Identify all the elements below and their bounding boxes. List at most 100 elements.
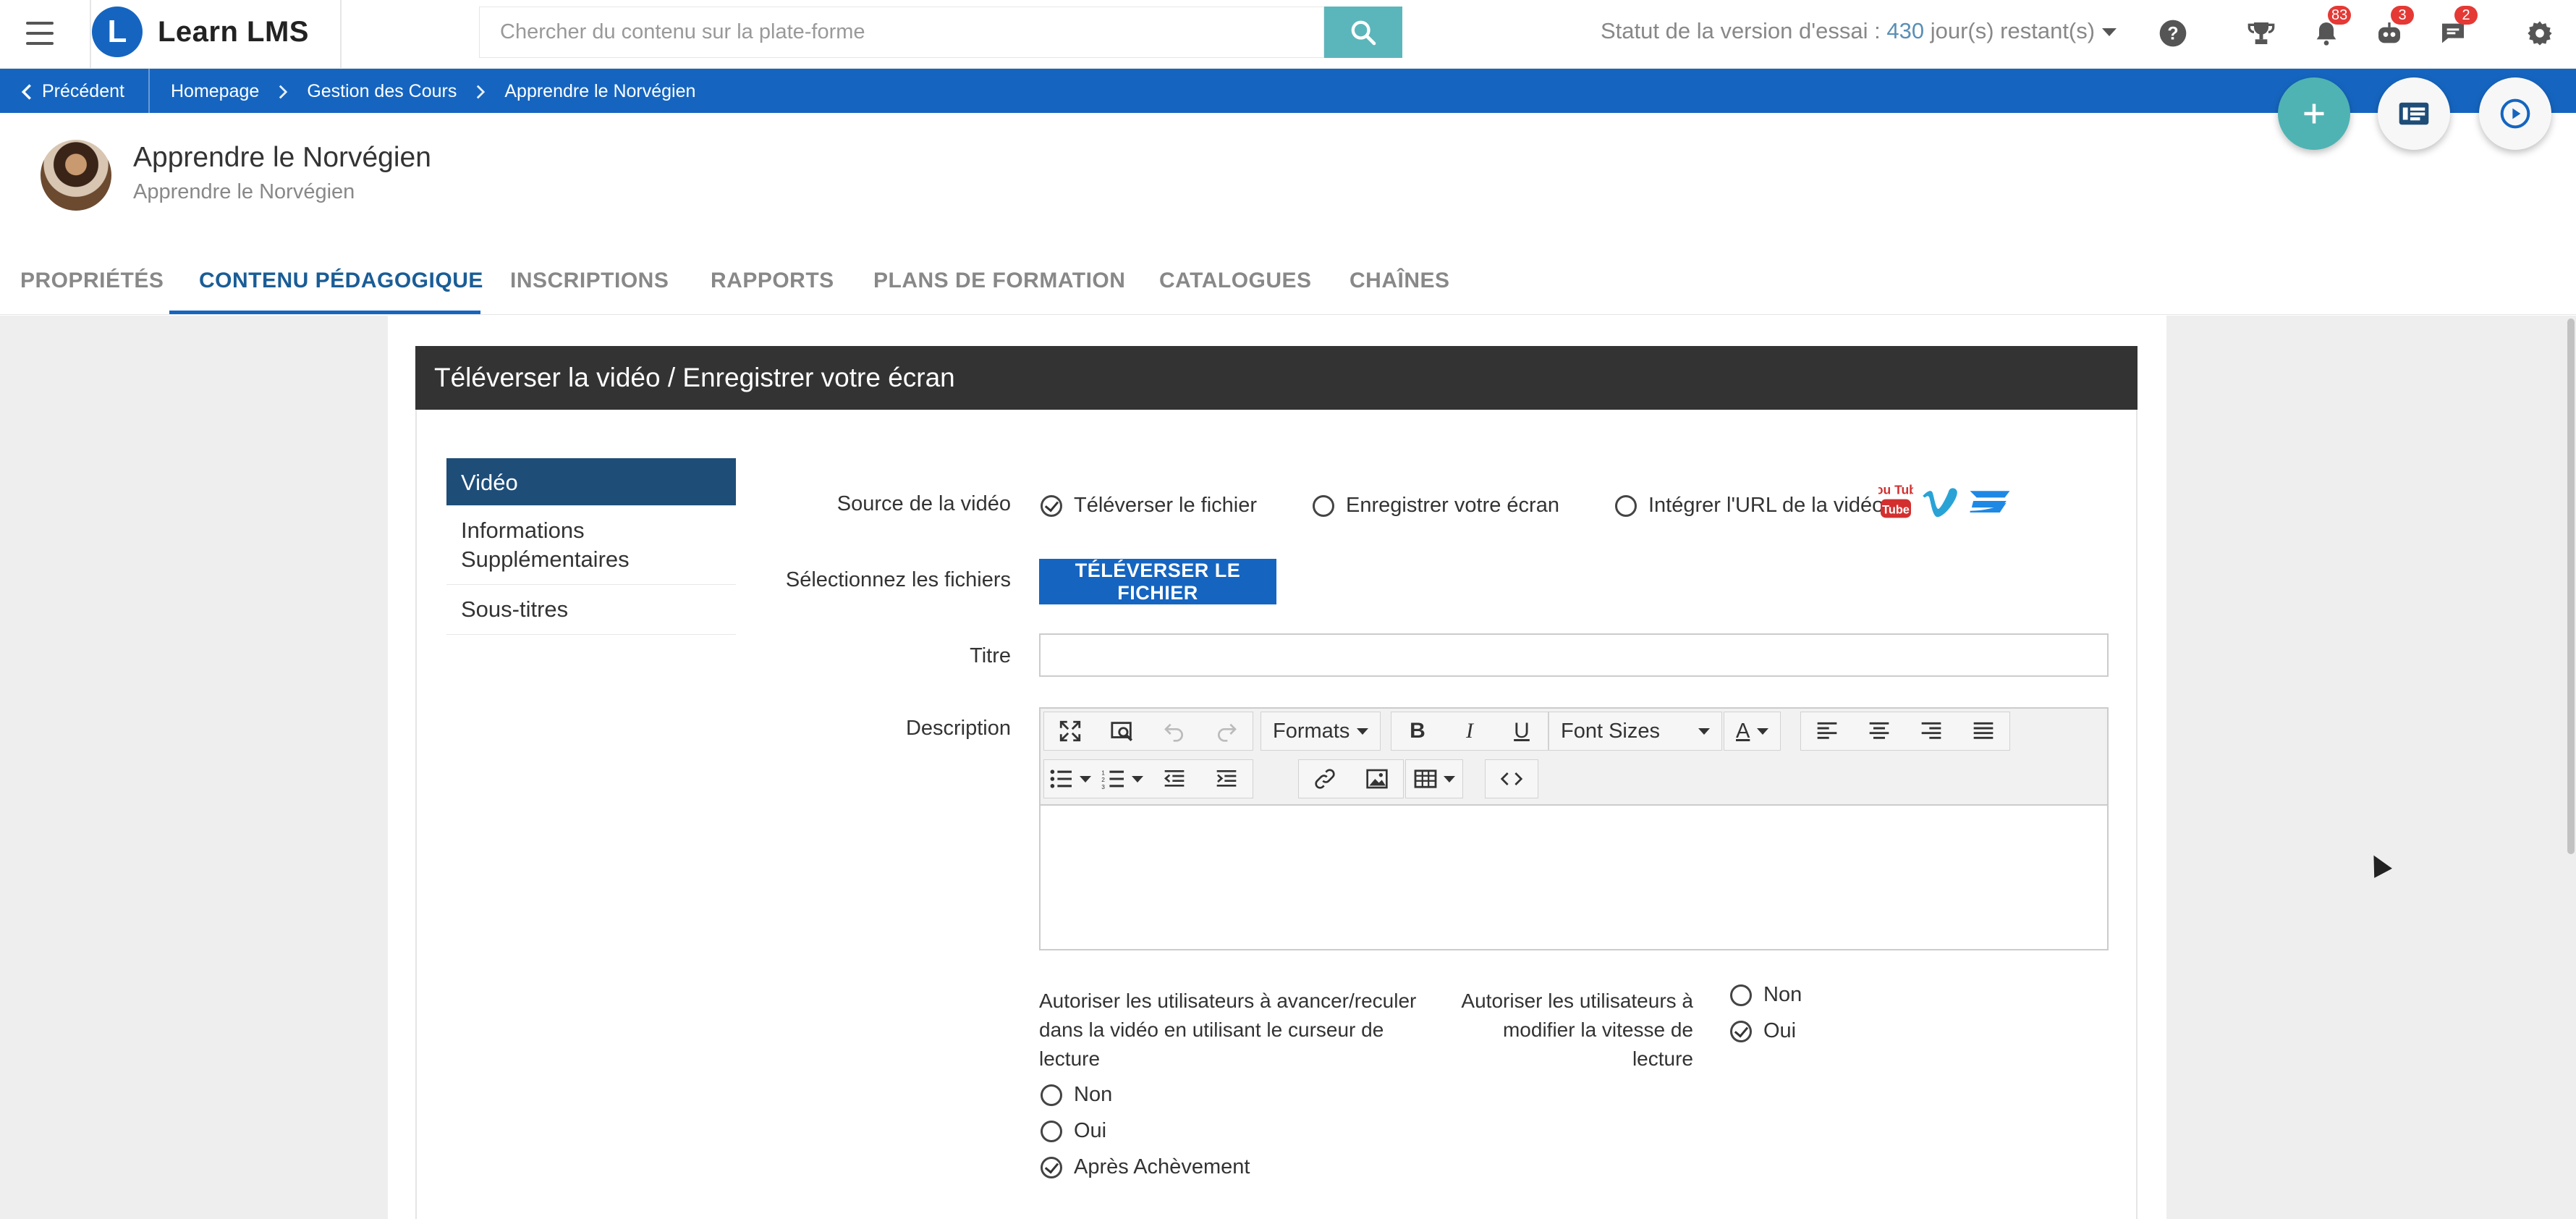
select-files-label: Sélectionnez les fichiers [785,568,1011,591]
tab-catalogs[interactable]: CATALOGUES [1159,269,1312,293]
speed-option-yes-label: Oui [1763,1019,1797,1042]
source-code-button[interactable] [1485,759,1538,798]
indent-icon[interactable] [1200,760,1253,798]
tab-enrollments[interactable]: INSCRIPTIONS [510,269,669,293]
app-name[interactable]: Learn LMS [158,16,309,48]
seek-option-after-completion[interactable]: Après Achèvement [1041,1155,1250,1179]
breadcrumb-item-homepage[interactable]: Homepage [171,81,259,102]
side-menu-item-subtitles[interactable]: Sous-titres [446,585,736,635]
table-dropdown[interactable] [1405,759,1463,798]
youtube-icon: You Tube Tube [1878,483,1913,518]
svg-text:?: ? [2167,23,2178,43]
seek-option-no[interactable]: Non [1041,1083,1112,1107]
underline-icon[interactable]: U [1496,712,1548,750]
gear-icon[interactable] [2525,19,2554,48]
toolbar-group-view [1043,712,1253,751]
trial-status[interactable]: Statut de la version d'essai : 430 jour(… [1601,18,2117,44]
align-center-icon[interactable] [1853,712,1905,750]
trial-suffix: jour(s) restant(s) [1924,18,2096,43]
link-icon[interactable] [1299,760,1351,798]
formats-dropdown[interactable]: Formats [1261,712,1381,751]
bullet-list-icon[interactable] [1044,760,1096,798]
title-label: Titre [970,644,1011,667]
toolbar-group-align [1800,712,2010,751]
source-option-upload[interactable]: Téléverser le fichier [1041,494,1257,518]
undo-icon[interactable] [1148,712,1200,750]
tab-learning-plans[interactable]: PLANS DE FORMATION [873,269,1125,293]
trial-label: Statut de la version d'essai : [1601,18,1887,43]
source-option-record-label: Enregistrer votre écran [1346,494,1559,517]
code-icon[interactable] [1486,760,1538,798]
plus-icon [2304,104,2324,124]
notification-count-badge: 83 [2328,6,2352,25]
svg-text:3: 3 [1101,783,1105,789]
messages-icon[interactable]: 2 [2439,6,2478,48]
chevron-down-icon [1357,727,1369,735]
logo-icon[interactable]: L [92,7,143,57]
back-button[interactable]: Précédent [20,81,124,102]
source-option-record[interactable]: Enregistrer votre écran [1313,494,1559,518]
numbered-list-icon[interactable]: 123 [1096,760,1148,798]
help-icon[interactable]: ? [2158,19,2187,48]
side-menu-item-additional-info[interactable]: Informations Supplémentaires [446,506,736,585]
active-tab-indicator [169,311,480,314]
bot-icon[interactable]: 3 [2375,6,2414,48]
align-right-icon[interactable] [1905,712,1957,750]
speed-permission-label: Autoriser les utilisateurs à modifier la… [1461,990,1693,1070]
side-menu-item-video[interactable]: Vidéo [446,458,736,506]
title-input[interactable] [1039,633,2109,677]
breadcrumb-item-current: Apprendre le Norvégien [504,81,696,101]
tab-reports[interactable]: RAPPORTS [711,269,834,293]
table-icon[interactable] [1406,760,1462,798]
source-option-upload-label: Téléverser le fichier [1074,494,1258,517]
redo-icon[interactable] [1200,712,1253,750]
image-icon[interactable] [1351,760,1403,798]
contact-card-icon [2399,102,2429,125]
play-circle-icon [2500,98,2530,129]
text-color-icon: A [1736,719,1750,743]
outdent-icon[interactable] [1148,760,1200,798]
add-button[interactable] [2278,77,2350,150]
description-text-area[interactable] [1041,807,2107,949]
speed-option-no[interactable]: Non [1730,983,1802,1007]
editor-toolbar: Formats B I U Font Sizes A 123 [1041,709,2107,806]
seek-option-yes[interactable]: Oui [1041,1119,1106,1143]
play-preview-button[interactable] [2479,77,2551,150]
fullscreen-icon[interactable] [1044,712,1096,750]
align-left-icon[interactable] [1801,712,1853,750]
notifications-bell-icon[interactable]: 83 [2312,6,2352,48]
align-justify-icon[interactable] [1957,712,2009,750]
breadcrumb-item-course-management[interactable]: Gestion des Cours [307,81,457,102]
radio-checked-icon [1041,494,1062,517]
font-sizes-dropdown[interactable]: Font Sizes [1548,712,1722,751]
preview-icon[interactable] [1096,712,1148,750]
search-input[interactable] [479,7,1324,58]
tab-learning-content[interactable]: CONTENU PÉDAGOGIQUE [199,269,483,293]
top-bar: L Learn LMS Statut de la version d'essai… [0,0,2576,69]
divider [148,69,150,113]
page-scrollbar[interactable] [2567,319,2575,854]
tab-channels[interactable]: CHAÎNES [1350,269,1450,293]
course-avatar [41,140,111,211]
speed-option-yes[interactable]: Oui [1730,1019,1796,1043]
radio-unchecked-icon [1730,984,1752,1006]
chevron-down-icon [1757,727,1769,735]
radio-unchecked-icon [1313,494,1334,517]
panel-title: Téléverser la vidéo / Enregistrer votre … [415,346,2138,410]
toolbar-group-lists: 123 [1043,759,1253,798]
trophy-icon[interactable] [2247,19,2276,48]
bold-icon[interactable]: B [1391,712,1444,750]
seek-option-no-label: Non [1074,1083,1113,1106]
toolbar-group-insert [1298,759,1404,798]
tab-properties[interactable]: PROPRIÉTÉS [20,269,164,293]
upload-file-button[interactable]: TÉLÉVERSER LE FICHIER [1039,559,1276,604]
chevron-right-icon [477,85,486,98]
search-button[interactable] [1324,7,1402,58]
italic-icon[interactable]: I [1444,712,1496,750]
source-option-embed-url[interactable]: Intégrer l'URL de la vidéo [1615,494,1884,518]
catalog-view-button[interactable] [2378,77,2450,150]
streaming-service-icon [1970,491,2010,513]
hamburger-menu-icon[interactable] [26,22,54,45]
text-color-dropdown[interactable]: A [1724,712,1781,751]
back-label: Précédent [42,81,124,101]
